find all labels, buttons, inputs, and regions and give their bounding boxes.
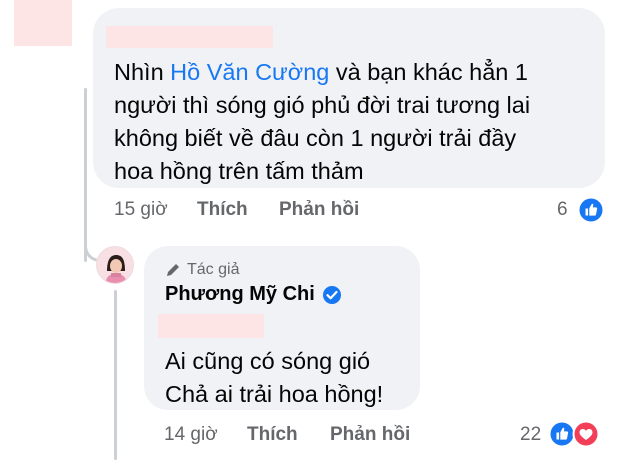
redacted-text [158, 314, 264, 338]
reply-avatar[interactable] [96, 246, 134, 284]
pencil-icon [167, 264, 179, 276]
like-icon [548, 420, 576, 448]
reply-reaction-count[interactable]: 22 [520, 424, 541, 446]
reply-reply-button[interactable]: Phản hồi [330, 424, 410, 446]
reply-timestamp[interactable]: 14 giờ [164, 424, 218, 446]
comment-timestamp[interactable]: 15 giờ [114, 199, 168, 221]
redacted-author-name [106, 26, 273, 48]
reply-like-button[interactable]: Thích [247, 424, 298, 446]
love-icon [572, 420, 600, 448]
avatar[interactable] [14, 0, 72, 46]
author-badge: Tác giả [187, 261, 240, 278]
like-icon[interactable] [577, 196, 605, 224]
reactions[interactable] [548, 420, 608, 448]
reply-button[interactable]: Phản hồi [279, 199, 359, 221]
verified-badge-icon [323, 286, 341, 304]
reaction-count[interactable]: 6 [557, 199, 568, 221]
like-button[interactable]: Thích [197, 199, 248, 221]
comment-text: Nhìn Hồ Văn Cường và bạn khác hẳn 1 ngườ… [114, 59, 531, 184]
mention-link[interactable]: Hồ Văn Cường [170, 59, 329, 85]
reply-thread-line [114, 290, 117, 460]
reply-text: Ai cũng có sóng gió Chả ai trải hoa hồng… [165, 348, 384, 407]
reply-author-name[interactable]: Phương Mỹ Chi [165, 283, 315, 306]
